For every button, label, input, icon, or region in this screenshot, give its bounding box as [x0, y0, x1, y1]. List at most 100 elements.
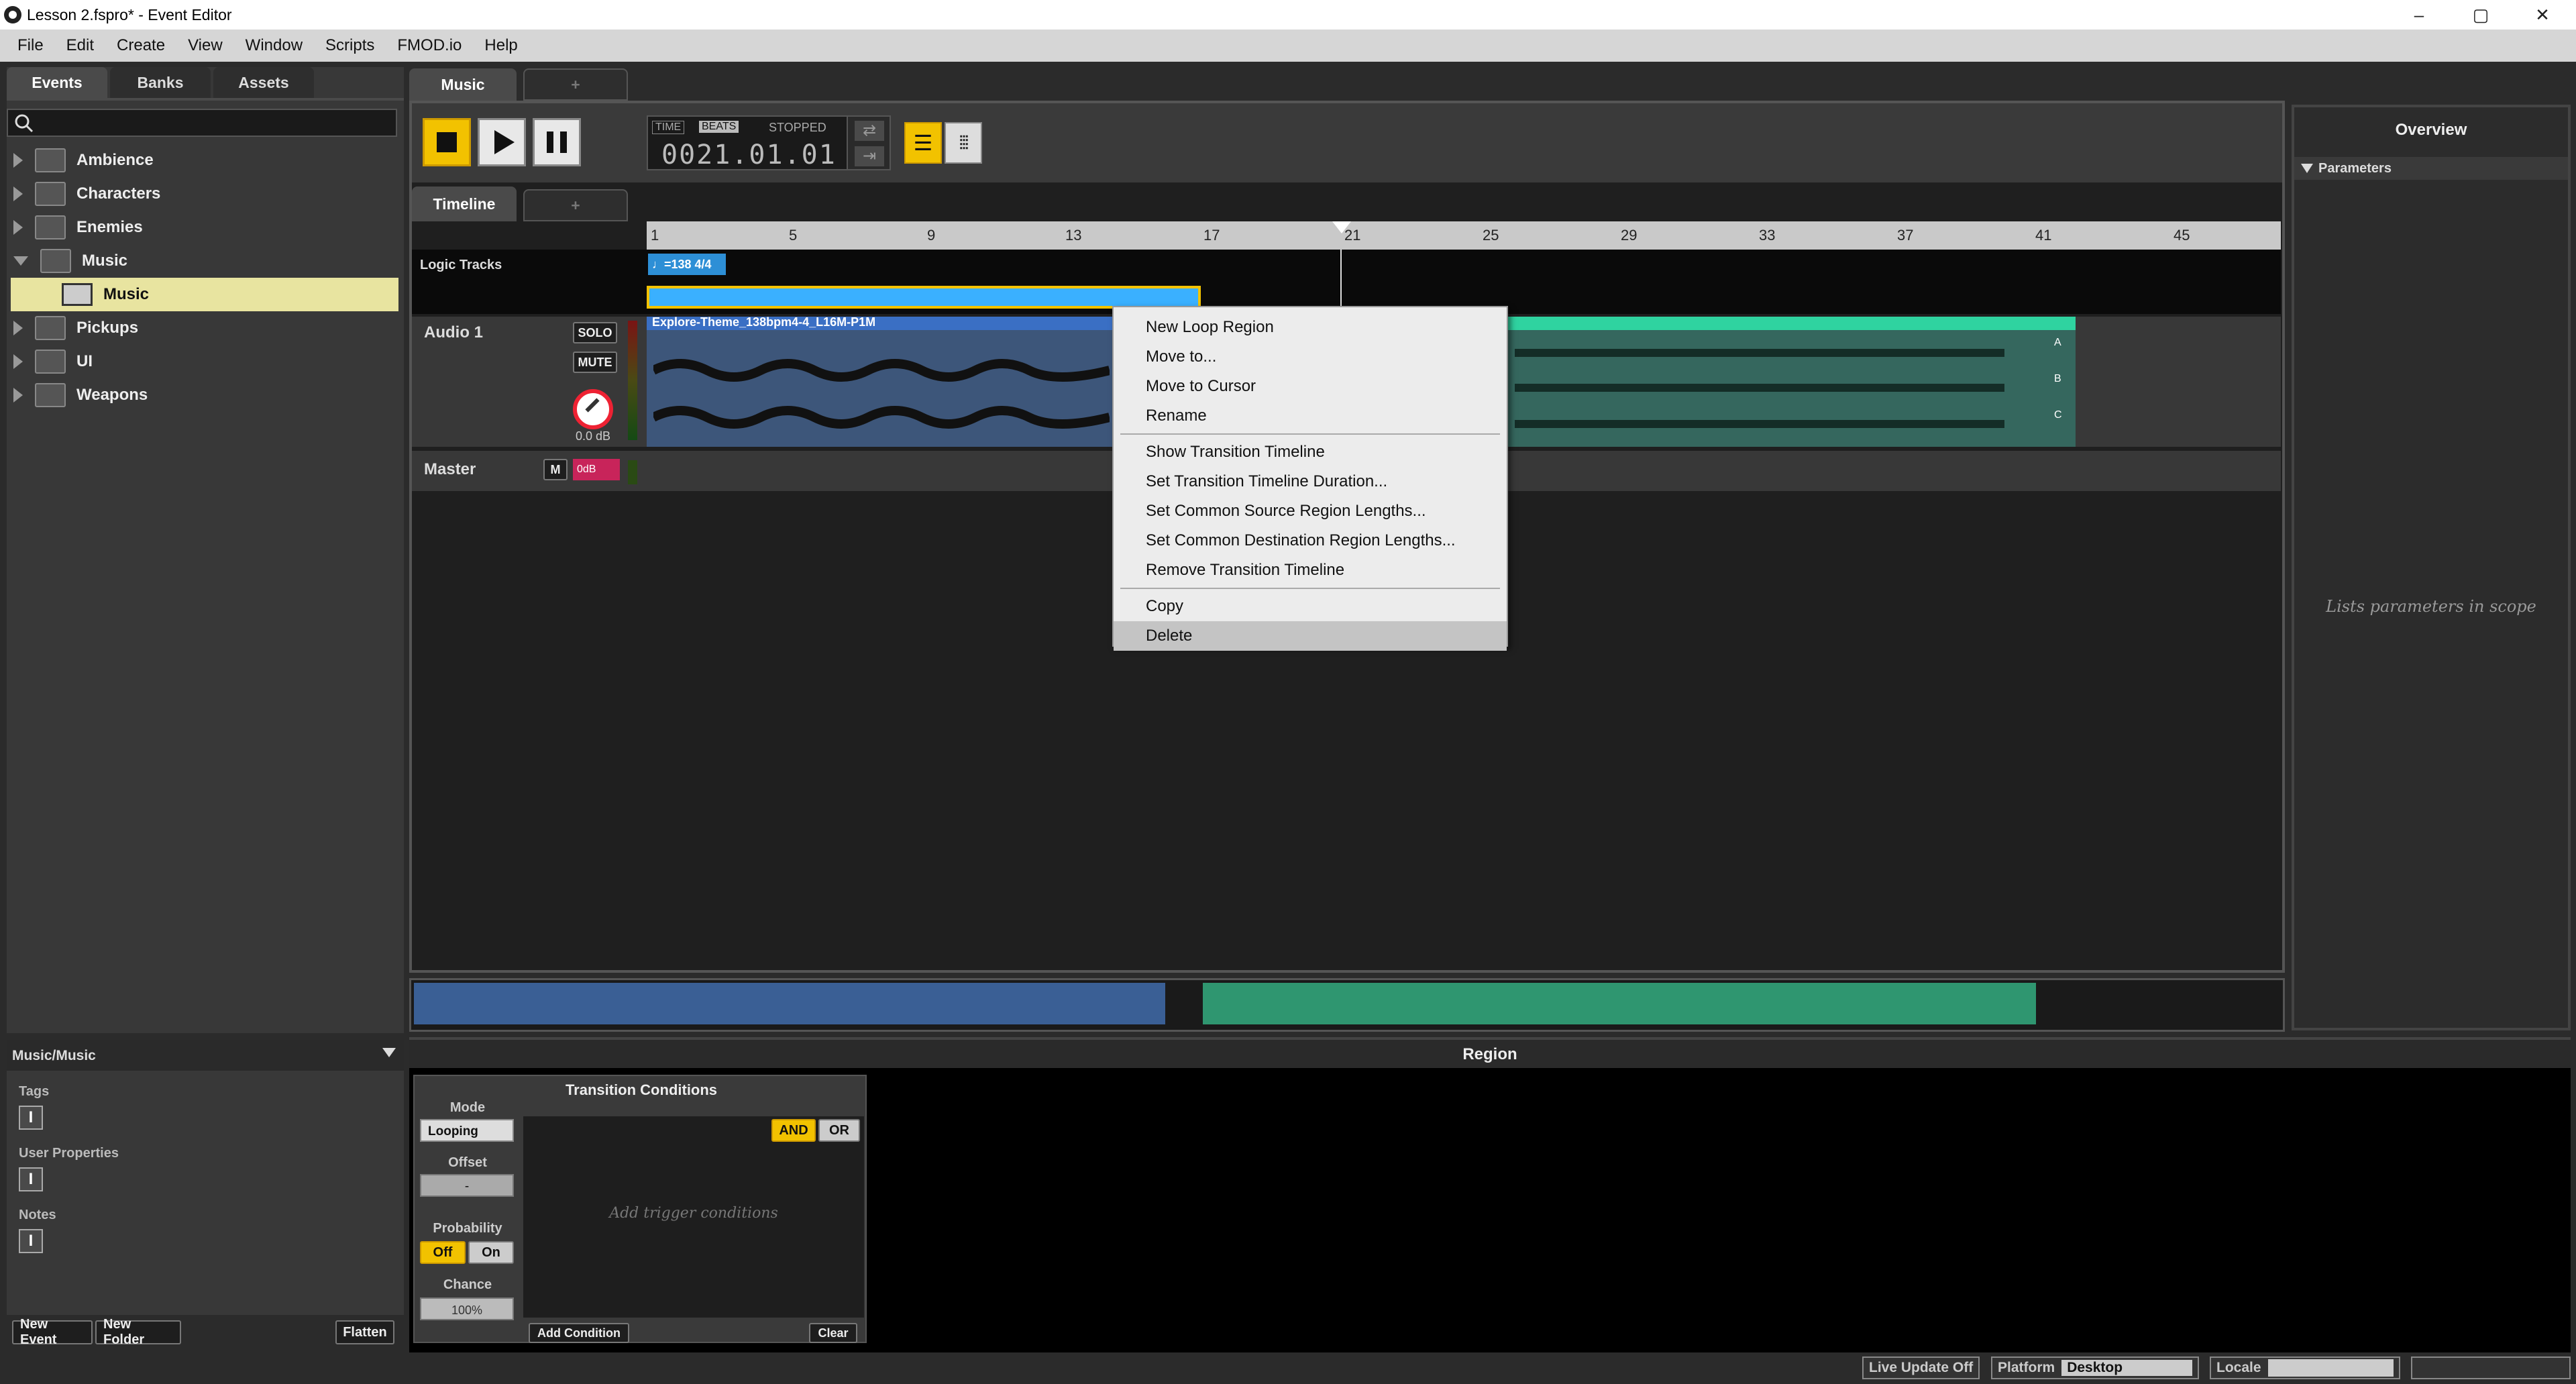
expand-arrow-icon[interactable] — [13, 220, 23, 235]
marker-a: A — [2054, 337, 2061, 348]
follow-playhead-icon[interactable]: ⇥ — [855, 146, 884, 166]
menu-file[interactable]: File — [17, 36, 44, 55]
minimize-button[interactable]: – — [2388, 0, 2450, 30]
timeline-position[interactable]: 0021.01.01 — [661, 140, 837, 170]
menu-item-show-transition-timeline[interactable]: Show Transition Timeline — [1114, 437, 1507, 467]
menu-item-new-loop-region[interactable]: New Loop Region — [1114, 313, 1507, 342]
menu-item-set-source-lengths[interactable]: Set Common Source Region Lengths... — [1114, 496, 1507, 526]
tree-item-music-event[interactable]: Music — [11, 278, 398, 311]
tab-events[interactable]: Events — [7, 67, 107, 98]
menu-item-delete[interactable]: Delete — [1114, 621, 1507, 651]
menu-item-move-to[interactable]: Move to... — [1114, 342, 1507, 372]
offset-select[interactable]: - — [420, 1174, 514, 1197]
loop-region[interactable] — [647, 286, 1201, 309]
add-note-icon[interactable]: I — [19, 1229, 43, 1253]
stop-button[interactable] — [423, 118, 471, 166]
tree-item-ambience[interactable]: Ambience — [7, 144, 404, 177]
tab-timeline[interactable]: Timeline — [412, 187, 517, 221]
flatten-button[interactable]: Flatten — [335, 1320, 394, 1344]
menu-window[interactable]: Window — [246, 36, 303, 55]
audio-region-explore[interactable] — [647, 317, 1116, 447]
dropdown-arrow-icon[interactable] — [382, 1048, 396, 1057]
region-title: Region — [1462, 1045, 1517, 1063]
tab-assets[interactable]: Assets — [213, 67, 314, 98]
new-folder-button[interactable]: New Folder — [95, 1317, 181, 1347]
tab-banks[interactable]: Banks — [110, 67, 211, 98]
master-fader[interactable]: 0dB — [573, 459, 620, 480]
probability-off-button[interactable]: Off — [420, 1241, 466, 1264]
new-event-button[interactable]: New Event — [12, 1317, 93, 1347]
logic-tracks-label: Logic Tracks — [420, 258, 502, 272]
menu-help[interactable]: Help — [484, 36, 517, 55]
tab-music-event[interactable]: Music — [409, 68, 517, 101]
tree-item-enemies[interactable]: Enemies — [7, 211, 404, 244]
tree-item-pickups[interactable]: Pickups — [7, 311, 404, 345]
add-event-tab-button[interactable]: + — [523, 68, 628, 101]
menu-item-remove-transition-timeline[interactable]: Remove Transition Timeline — [1114, 555, 1507, 585]
chance-slider[interactable]: 100% — [420, 1297, 514, 1320]
play-button[interactable] — [478, 118, 526, 166]
search-input[interactable] — [7, 109, 397, 137]
add-condition-button[interactable]: Add Condition — [529, 1323, 629, 1343]
and-button[interactable]: AND — [771, 1119, 816, 1142]
live-update-button[interactable]: Live Update Off — [1862, 1356, 1980, 1379]
menu-item-copy[interactable]: Copy — [1114, 592, 1507, 621]
master-mute-button[interactable]: M — [543, 459, 568, 480]
expand-arrow-icon[interactable] — [13, 388, 23, 403]
tree-item-label: Weapons — [76, 386, 148, 404]
restore-button[interactable]: ▢ — [2450, 0, 2512, 30]
trigger-empty-text: Add trigger conditions — [609, 1205, 778, 1222]
chance-label: Chance — [443, 1277, 492, 1292]
tempo-marker[interactable]: ♩=138 4/4 — [648, 254, 726, 275]
tree-item-characters[interactable]: Characters — [7, 177, 404, 211]
waveform-icon — [1515, 349, 2004, 428]
playhead-icon[interactable] — [1332, 221, 1351, 233]
menu-view[interactable]: View — [188, 36, 223, 55]
play-icon — [494, 130, 515, 154]
menu-item-move-to-cursor[interactable]: Move to Cursor — [1114, 372, 1507, 401]
tree-item-weapons[interactable]: Weapons — [7, 378, 404, 412]
menu-item-set-transition-duration[interactable]: Set Transition Timeline Duration... — [1114, 467, 1507, 496]
mode-select[interactable]: Looping — [420, 1119, 514, 1142]
ruler-label: 29 — [1621, 227, 1638, 244]
or-button[interactable]: OR — [818, 1119, 860, 1142]
tree-item-ui[interactable]: UI — [7, 345, 404, 378]
menu-item-set-destination-lengths[interactable]: Set Common Destination Region Lengths... — [1114, 526, 1507, 555]
deck-view-icon[interactable]: ☰ — [904, 122, 942, 164]
menu-fmodio[interactable]: FMOD.io — [397, 36, 462, 55]
window-title: Lesson 2.fspro* - Event Editor — [27, 6, 232, 23]
pause-button[interactable] — [533, 118, 581, 166]
menu-scripts[interactable]: Scripts — [325, 36, 374, 55]
expand-arrow-icon[interactable] — [13, 153, 23, 168]
menu-item-rename[interactable]: Rename — [1114, 401, 1507, 431]
tree-item-music-folder[interactable]: Music — [7, 244, 404, 278]
probability-on-button[interactable]: On — [468, 1241, 514, 1264]
expand-arrow-icon[interactable] — [13, 187, 23, 201]
timeline-ruler[interactable]: 1 5 9 13 17 21 25 29 33 37 41 45 — [647, 221, 2281, 250]
menu-edit[interactable]: Edit — [66, 36, 94, 55]
timeline-overview[interactable] — [409, 978, 2285, 1032]
beats-mode-toggle[interactable]: BEATS — [699, 121, 739, 133]
add-user-property-icon[interactable]: I — [19, 1167, 43, 1191]
menu-create[interactable]: Create — [117, 36, 165, 55]
collapse-arrow-icon[interactable] — [2301, 164, 2313, 173]
mute-button[interactable]: MUTE — [573, 352, 617, 373]
overview-region-green — [1203, 983, 2036, 1024]
platform-select[interactable]: Platform Desktop — [1991, 1356, 2199, 1379]
add-tag-icon[interactable]: I — [19, 1106, 43, 1130]
stop-icon — [437, 132, 457, 152]
clear-button[interactable]: Clear — [809, 1323, 857, 1343]
solo-button[interactable]: SOLO — [573, 322, 617, 343]
expand-arrow-icon[interactable] — [13, 321, 23, 335]
locale-select[interactable]: Locale — [2210, 1356, 2400, 1379]
add-parameter-tab-button[interactable]: + — [523, 189, 628, 221]
loop-playback-icon[interactable]: ⇄ — [855, 121, 884, 141]
volume-knob[interactable] — [573, 389, 613, 429]
close-button[interactable]: ✕ — [2512, 0, 2573, 30]
expand-arrow-icon[interactable] — [13, 354, 23, 369]
event-path: Music/Music — [12, 1048, 96, 1063]
collapse-arrow-icon[interactable] — [13, 256, 28, 266]
time-mode-toggle[interactable]: TIME — [652, 121, 685, 134]
audio-region-green[interactable]: A B C — [1508, 317, 2076, 447]
mixer-view-icon[interactable]: ⦙⦙⦙ — [945, 122, 982, 164]
